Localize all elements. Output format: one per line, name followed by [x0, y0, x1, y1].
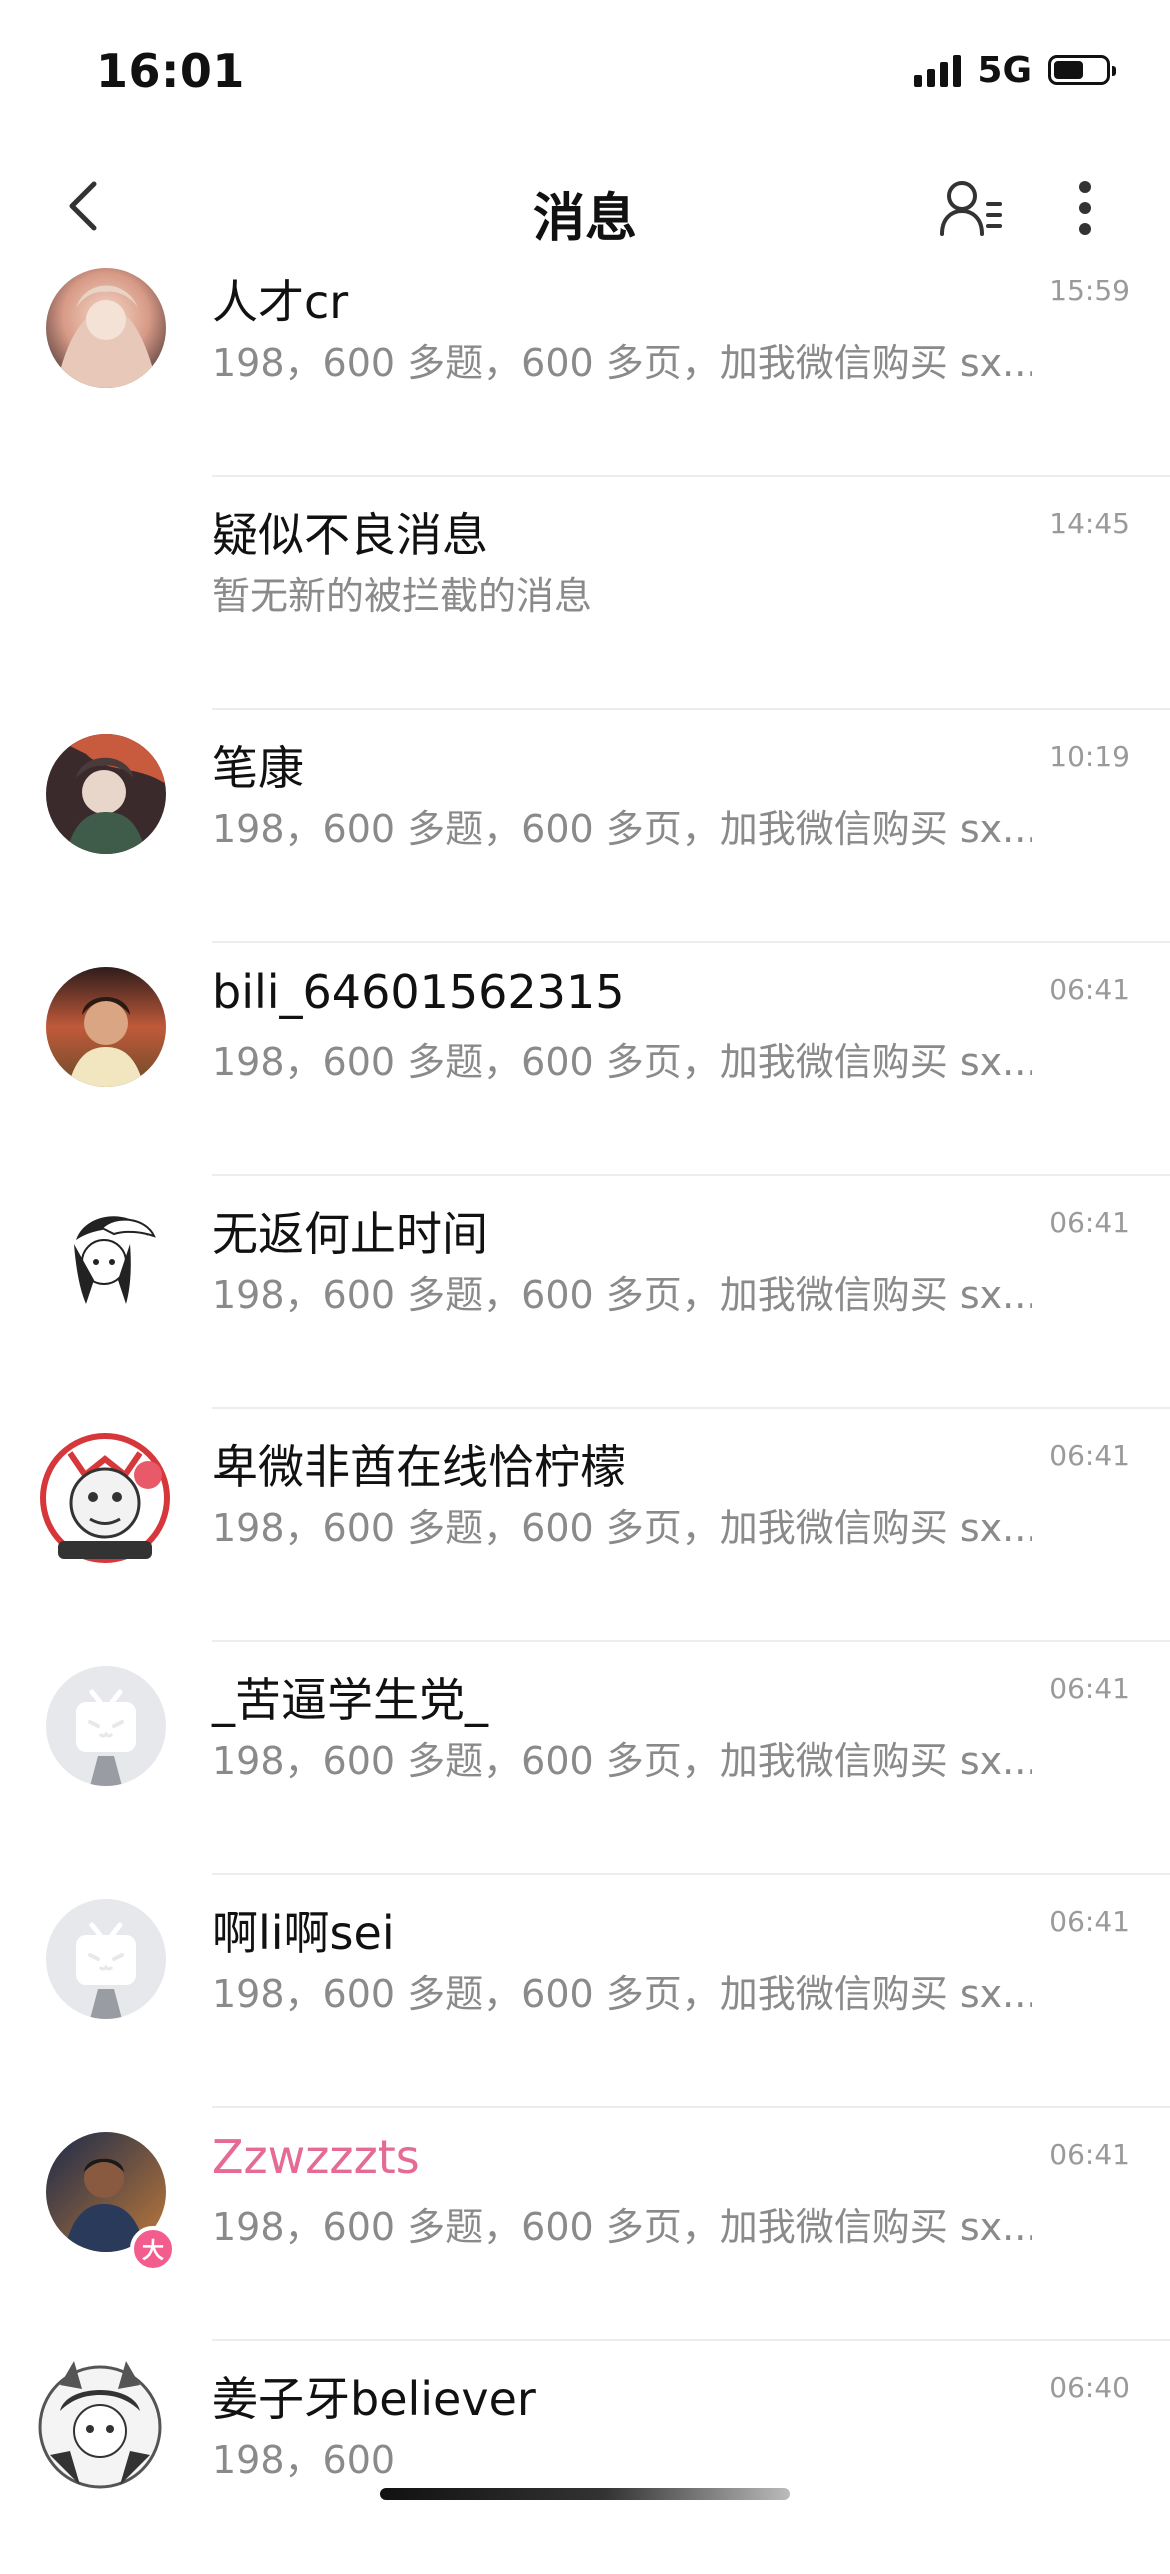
message-item[interactable]: 人才cr 198，600 多题，600 多页，加我微信购买 sx... 15:5…: [0, 244, 1170, 477]
message-name: 姜子牙believer: [212, 2372, 536, 2426]
message-time: 06:41: [1049, 1206, 1130, 1239]
battery-icon: [1048, 55, 1116, 85]
message-item[interactable]: bili_64601562315 198，600 多题，600 多页，加我微信购…: [0, 943, 1170, 1176]
message-item[interactable]: 姜子牙believer 198，600 06:40: [0, 2341, 1170, 2574]
message-time: 06:40: [1049, 2371, 1130, 2404]
message-preview: 暂无新的被拦截的消息: [212, 574, 593, 618]
message-name: Zzwzzzts: [212, 2130, 420, 2184]
message-item[interactable]: 卑微非酋在线恰柠檬 198，600 多题，600 多页，加我微信购买 sx...…: [0, 1409, 1170, 1642]
message-name: 人才cr: [212, 275, 349, 329]
message-time: 10:19: [1049, 740, 1130, 773]
message-name: 无返何止时间: [212, 1207, 488, 1261]
network-label: 5G: [977, 49, 1032, 91]
signal-icon: [914, 53, 962, 87]
message-time: 06:41: [1049, 973, 1130, 1006]
message-list: 人才cr 198，600 多题，600 多页，加我微信购买 sx... 15:5…: [0, 244, 1170, 2574]
message-item[interactable]: 笔康 198，600 多题，600 多页，加我微信购买 sx... 10:19: [0, 710, 1170, 943]
message-name: 笔康: [212, 741, 304, 795]
message-preview: 198，600 多题，600 多页，加我微信购买 sx...: [212, 1506, 1032, 1550]
avatar[interactable]: [46, 967, 166, 1087]
avatar[interactable]: [46, 268, 166, 388]
message-name: bili_64601562315: [212, 965, 625, 1019]
message-preview: 198，600 多题，600 多页，加我微信购买 sx...: [212, 1739, 1032, 1783]
message-preview: 198，600 多题，600 多页，加我微信购买 sx...: [212, 1273, 1032, 1317]
message-item[interactable]: 疑似不良消息 暂无新的被拦截的消息 14:45: [0, 477, 1170, 710]
message-preview: 198，600 多题，600 多页，加我微信购买 sx...: [212, 1972, 1032, 2016]
contacts-icon[interactable]: [938, 178, 1004, 238]
message-time: 14:45: [1049, 507, 1130, 540]
message-preview: 198，600: [212, 2438, 396, 2482]
message-name: 啊li啊sei: [212, 1906, 395, 1960]
default-tv-avatar-icon[interactable]: [46, 1666, 166, 1786]
avatar[interactable]: [30, 2355, 170, 2495]
message-time: 06:41: [1049, 1439, 1130, 1472]
message-time: 06:41: [1049, 1672, 1130, 1705]
status-bar: 16:01 5G: [0, 0, 1170, 140]
status-time: 16:01: [96, 44, 245, 98]
message-item[interactable]: 无返何止时间 198，600 多题，600 多页，加我微信购买 sx... 06…: [0, 1176, 1170, 1409]
message-preview: 198，600 多题，600 多页，加我微信购买 sx...: [212, 341, 1032, 385]
message-preview: 198，600 多题，600 多页，加我微信购买 sx...: [212, 2205, 1032, 2249]
message-preview: 198，600 多题，600 多页，加我微信购买 sx...: [212, 807, 1032, 851]
message-name: 疑似不良消息: [212, 508, 488, 562]
avatar[interactable]: [46, 1200, 166, 1320]
avatar[interactable]: [30, 1423, 180, 1573]
message-preview: 198，600 多题，600 多页，加我微信购买 sx...: [212, 1040, 1032, 1084]
message-time: 15:59: [1049, 274, 1130, 307]
message-time: 06:41: [1049, 1905, 1130, 1938]
message-item[interactable]: 啊li啊sei 198，600 多题，600 多页，加我微信购买 sx... 0…: [0, 1875, 1170, 2108]
message-name: _苦逼学生党_: [212, 1673, 488, 1727]
more-vertical-icon[interactable]: [1070, 178, 1100, 238]
message-item[interactable]: _苦逼学生党_ 198，600 多题，600 多页，加我微信购买 sx... 0…: [0, 1642, 1170, 1875]
status-indicators: 5G: [914, 49, 1116, 91]
message-time: 06:41: [1049, 2138, 1130, 2171]
avatar[interactable]: [46, 734, 166, 854]
message-item[interactable]: 大 Zzwzzzts 198，600 多题，600 多页，加我微信购买 sx..…: [0, 2108, 1170, 2341]
message-name: 卑微非酋在线恰柠檬: [212, 1440, 626, 1494]
home-indicator[interactable]: [380, 2488, 790, 2500]
default-tv-avatar-icon[interactable]: [46, 1899, 166, 2019]
vip-badge: 大: [130, 2226, 176, 2272]
